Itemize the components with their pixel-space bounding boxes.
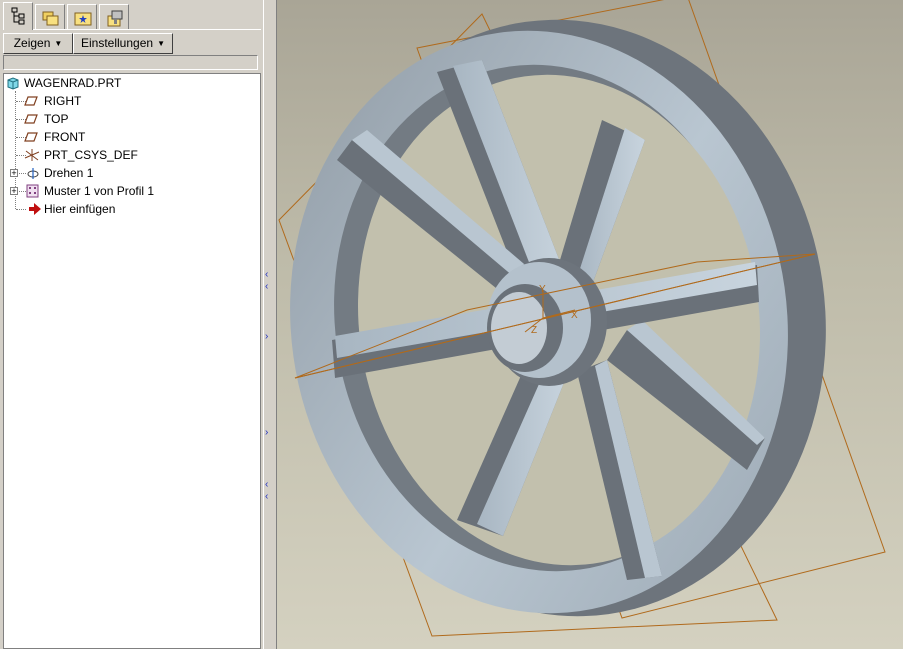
expand-right-arrow-icon[interactable]: › bbox=[265, 332, 268, 342]
collapse-left-arrow-icon[interactable]: ‹ bbox=[265, 492, 268, 502]
navigator-tab-bar bbox=[3, 2, 261, 30]
pattern-icon bbox=[26, 184, 39, 198]
tree-filter-field[interactable] bbox=[3, 55, 258, 70]
coordinate-system-icon bbox=[24, 149, 40, 161]
chevron-down-icon: ▼ bbox=[157, 39, 165, 48]
folder-browser-icon bbox=[42, 11, 59, 26]
revolve-icon bbox=[27, 168, 39, 179]
tree-item-label: PRT_CSYS_DEF bbox=[44, 148, 138, 162]
collapse-left-arrow-icon[interactable]: ‹ bbox=[265, 270, 268, 280]
favorites-folder-icon bbox=[74, 12, 92, 26]
part-icon bbox=[7, 77, 19, 90]
model-tree-toolbar: Zeigen ▼ Einstellungen ▼ bbox=[3, 33, 261, 55]
folder-browser-tab[interactable] bbox=[35, 4, 65, 30]
tree-item-label: TOP bbox=[44, 112, 69, 126]
model-tree-icon bbox=[11, 7, 25, 25]
settings-menu-label: Einstellungen bbox=[81, 36, 154, 50]
tab-divider bbox=[3, 29, 261, 30]
show-menu-label: Zeigen bbox=[13, 36, 51, 50]
model-tree: WAGENRAD.PRT RIGHT TOP FRONT PRT_CSYS_DE… bbox=[3, 73, 261, 649]
tree-item-label: Drehen 1 bbox=[44, 166, 94, 180]
favorites-tab[interactable] bbox=[67, 4, 97, 30]
tree-item-label: Hier einfügen bbox=[44, 202, 116, 216]
expand-right-arrow-icon[interactable]: › bbox=[265, 428, 268, 438]
datum-plane-icon bbox=[24, 132, 38, 142]
tree-root-label: WAGENRAD.PRT bbox=[24, 76, 122, 90]
connections-icon bbox=[107, 10, 123, 27]
csys-y-label: Y bbox=[539, 284, 546, 295]
expand-toggle[interactable]: + bbox=[10, 169, 18, 178]
collapse-left-arrow-icon[interactable]: ‹ bbox=[265, 480, 268, 490]
tree-connector bbox=[16, 209, 26, 210]
insert-here-arrow-icon bbox=[29, 203, 41, 215]
graphics-viewport[interactable]: Y Z X bbox=[277, 0, 903, 649]
collapse-left-arrow-icon[interactable]: ‹ bbox=[265, 282, 268, 292]
show-menu-button[interactable]: Zeigen ▼ bbox=[3, 33, 73, 54]
tree-item-label: Muster 1 von Profil 1 bbox=[44, 184, 155, 198]
tree-item-label: RIGHT bbox=[44, 94, 82, 108]
datum-plane-icon bbox=[24, 96, 38, 106]
csys-z-label: Z bbox=[531, 325, 537, 336]
connections-tab[interactable] bbox=[99, 4, 129, 30]
tree-item-label: FRONT bbox=[44, 130, 86, 144]
expand-toggle[interactable]: + bbox=[10, 187, 18, 196]
model-tree-tab[interactable] bbox=[3, 2, 33, 30]
model-tree-panel: Zeigen ▼ Einstellungen ▼ WAGENRAD.PRT RIG bbox=[0, 0, 263, 649]
panel-splitter[interactable]: ‹ ‹ › › ‹ ‹ bbox=[263, 0, 277, 649]
chevron-down-icon: ▼ bbox=[54, 39, 63, 48]
csys-x-label: X bbox=[571, 310, 578, 321]
datum-plane-icon bbox=[24, 114, 38, 124]
settings-menu-button[interactable]: Einstellungen ▼ bbox=[73, 33, 173, 54]
wheel-model: Y Z X bbox=[278, 0, 886, 637]
